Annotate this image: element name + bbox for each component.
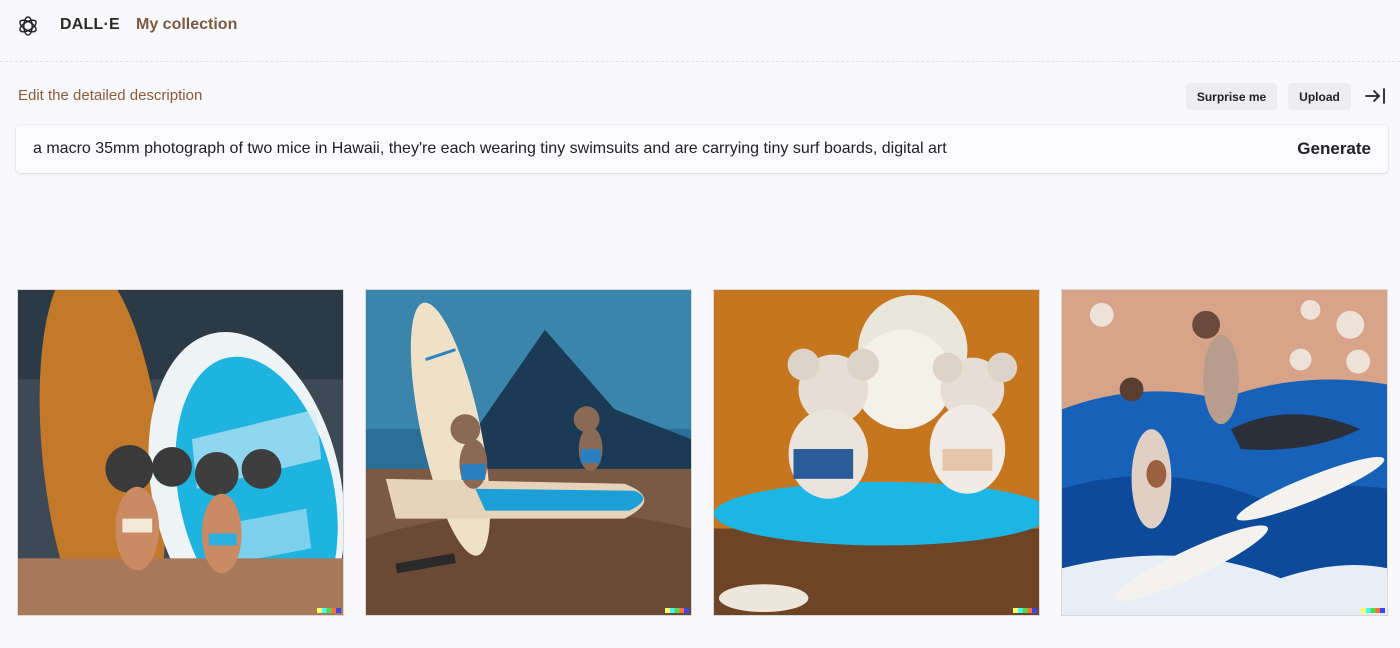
generate-button[interactable]: Generate — [1297, 125, 1371, 173]
prompt-box: Generate — [16, 125, 1388, 173]
image-3-illustration — [714, 290, 1039, 615]
image-2-illustration — [366, 290, 691, 615]
edit-description-label: Edit the detailed description — [18, 87, 203, 104]
brand-title[interactable]: DALL·E — [60, 16, 120, 34]
top-bar: DALL·E My collection — [0, 0, 1400, 62]
prompt-input[interactable] — [33, 125, 1273, 173]
nav-my-collection[interactable]: My collection — [136, 16, 237, 34]
image-signature — [665, 608, 689, 613]
arrow-right-to-bar-icon[interactable] — [1364, 86, 1386, 106]
generated-image-3[interactable] — [713, 289, 1040, 616]
image-1-illustration — [18, 290, 343, 615]
generated-image-2[interactable] — [365, 289, 692, 616]
openai-logo-icon[interactable] — [16, 14, 40, 38]
generated-image-1[interactable] — [17, 289, 344, 616]
generated-image-4[interactable] — [1061, 289, 1388, 616]
image-4-illustration — [1062, 290, 1387, 615]
image-signature — [1361, 608, 1385, 613]
surprise-me-button[interactable]: Surprise me — [1186, 83, 1277, 110]
upload-button[interactable]: Upload — [1288, 83, 1351, 110]
image-signature — [1013, 608, 1037, 613]
image-signature — [317, 608, 341, 613]
